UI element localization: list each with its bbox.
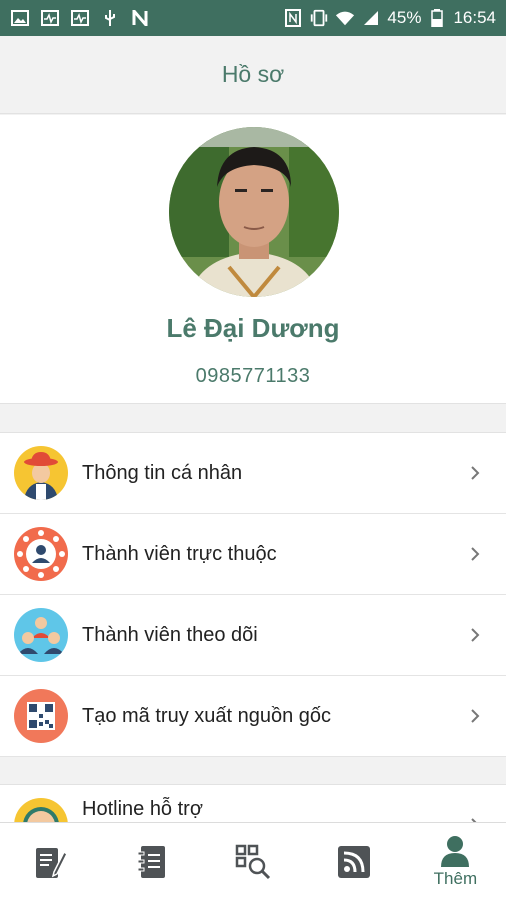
rss-icon [338,845,371,878]
app-header: Hồ sơ [0,36,506,114]
person-icon [441,835,470,867]
vibrate-icon [309,9,329,27]
nav-item-notebook[interactable] [101,823,202,900]
menu-list: Thông tin cá nhân Thành viên trực thuộc [0,432,506,757]
nav-item-diary[interactable] [0,823,101,900]
nav-item-scan[interactable] [202,823,303,900]
activity-icon [40,9,60,27]
usb-icon [100,9,120,27]
nfc-icon [283,9,303,27]
menu-item-personal-info[interactable]: Thông tin cá nhân [0,433,506,514]
status-bar-left [10,9,150,27]
edit-document-icon [35,847,68,878]
status-bar-right: 45% 16:54 [283,8,496,28]
qr-scan-icon [235,844,271,879]
menu-item-label: Thành viên trực thuộc [82,542,277,565]
chevron-right-icon [471,547,480,561]
farmer-icon [14,446,68,500]
chevron-right-icon [471,466,480,480]
n-icon [130,9,150,27]
chevron-right-icon [471,628,480,642]
nav-item-news[interactable] [304,823,405,900]
status-time: 16:54 [453,8,496,27]
status-bar: 45% 16:54 [0,0,506,36]
menu-item-label: Thành viên theo dõi [82,623,258,646]
profile-card: Lê Đại Dương 0985771133 [0,115,506,404]
notebook-icon [137,845,165,878]
menu-item-followers[interactable]: Thành viên theo dõi [0,595,506,676]
wifi-icon [335,9,355,27]
menu-item-hotline[interactable]: Hotline hỗ trợ [0,785,506,824]
menu-list-support: Hotline hỗ trợ [0,784,506,824]
avatar[interactable] [169,127,339,297]
battery-percent: 45% [387,8,422,27]
menu-item-label: Hotline hỗ trợ [82,798,203,820]
hotline-icon [14,798,68,824]
profile-phone: 0985771133 [195,365,311,387]
menu-item-members[interactable]: Thành viên trực thuộc [0,514,506,595]
battery-icon [427,9,447,27]
nav-item-more[interactable]: Thêm [405,823,506,900]
activity-icon [70,9,90,27]
qr-code-icon [14,689,68,743]
image-icon [10,9,30,27]
profile-name: Lê Đại Dương [166,313,340,343]
bottom-navigation: Thêm [0,822,506,900]
chevron-right-icon [471,709,480,723]
nav-label-more: Thêm [433,868,478,888]
member-group-icon [14,527,68,581]
page-title: Hồ sơ [221,61,285,87]
menu-item-create-trace-code[interactable]: Tạo mã truy xuất nguồn gốc [0,676,506,757]
followers-icon [14,608,68,662]
signal-icon [361,9,381,27]
menu-item-label: Thông tin cá nhân [82,461,243,484]
menu-item-label: Tạo mã truy xuất nguồn gốc [82,704,332,727]
